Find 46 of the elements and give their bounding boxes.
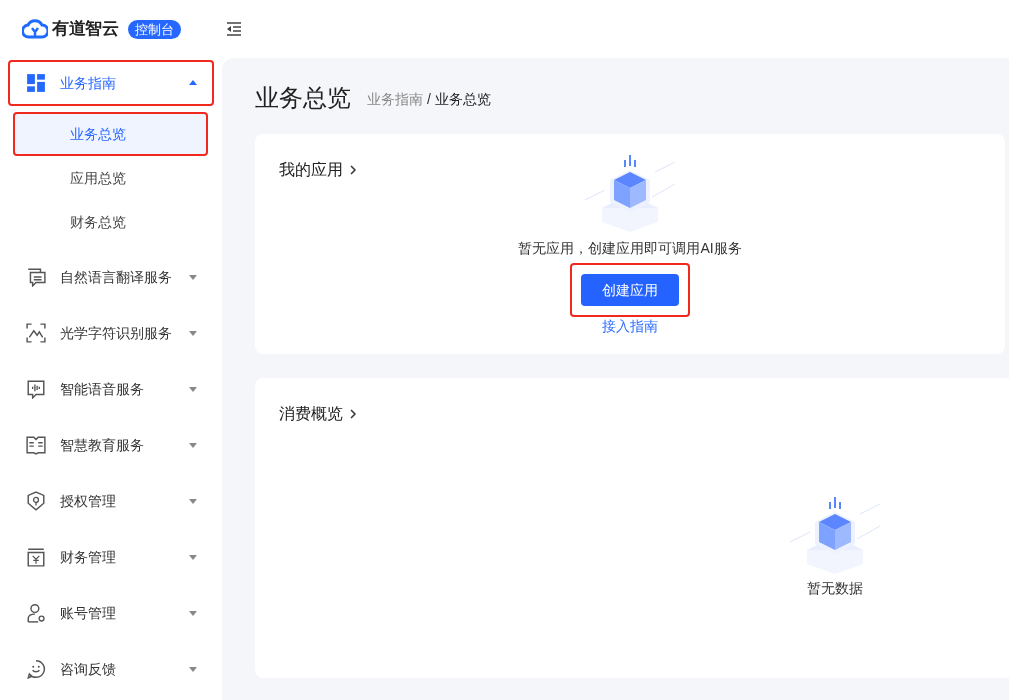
sidebar-group[interactable]: 智慧教育服务: [8, 422, 214, 468]
caret-icon: [188, 440, 198, 450]
create-app-button[interactable]: 创建应用: [581, 274, 679, 306]
chevron-right-icon[interactable]: [349, 164, 357, 176]
integration-guide-link[interactable]: 接入指南: [602, 317, 658, 335]
sidebar-group[interactable]: 业务指南: [8, 60, 214, 106]
caret-icon: [188, 272, 198, 282]
sidebar-subitem[interactable]: 业务总览: [13, 112, 208, 156]
caret-icon: [188, 384, 198, 394]
sidebar-group[interactable]: 账号管理: [8, 590, 214, 636]
card-title[interactable]: 我的应用: [279, 158, 343, 182]
book-icon: [26, 435, 46, 455]
user-icon: [26, 603, 46, 623]
caret-icon: [188, 552, 198, 562]
yen-icon: [26, 547, 46, 567]
collapse-menu-icon[interactable]: [226, 21, 242, 37]
caret-icon: [188, 496, 198, 506]
cloud-logo-icon: [22, 19, 48, 39]
caret-icon: [188, 328, 198, 338]
caret-icon: [188, 664, 198, 674]
image-scan-icon: [26, 323, 46, 343]
shield-icon: [26, 491, 46, 511]
sidebar-subitem[interactable]: 财务总览: [13, 200, 208, 244]
empty-message: 暂无应用，创建应用即可调用AI服务: [518, 239, 742, 258]
sidebar-group[interactable]: 智能语音服务: [8, 366, 214, 412]
breadcrumb-item: 业务总览: [434, 90, 491, 109]
breadcrumb-separator: /: [427, 90, 431, 109]
card-title[interactable]: 消费概览: [279, 402, 343, 426]
caret-icon: [188, 608, 198, 618]
sidebar-subitem[interactable]: 应用总览: [13, 156, 208, 200]
chevron-right-icon[interactable]: [349, 408, 357, 420]
breadcrumb-item[interactable]: 业务指南: [367, 89, 423, 110]
sidebar-group[interactable]: 授权管理: [8, 478, 214, 524]
sidebar-group[interactable]: 自然语言翻译服务: [8, 254, 214, 300]
sidebar-group[interactable]: 财务管理: [8, 534, 214, 580]
grid-icon: [26, 73, 46, 93]
sidebar-group[interactable]: 光学字符识别服务: [8, 310, 214, 356]
voice-message-icon: [26, 379, 46, 399]
console-badge: 控制台: [128, 19, 182, 39]
smile-icon: [26, 659, 46, 679]
chat-icon: [26, 267, 46, 287]
sidebar-group[interactable]: 咨询反馈: [8, 646, 214, 692]
empty-message: 暂无数据: [807, 579, 863, 598]
brand-name: 有道智云: [52, 18, 119, 41]
page-title: 业务总览: [255, 83, 351, 113]
caret-icon: [188, 78, 198, 88]
